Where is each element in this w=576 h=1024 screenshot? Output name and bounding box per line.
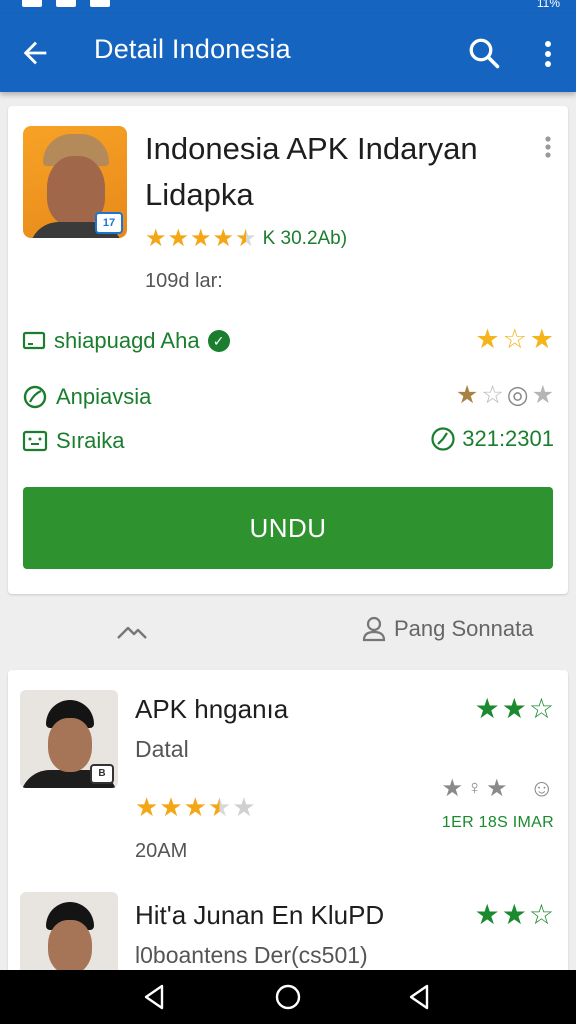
update-time: 321:2301 bbox=[430, 426, 554, 452]
star-icon: ★ bbox=[474, 693, 500, 724]
star-icon: ★ bbox=[531, 381, 554, 409]
app-size: 109d lar: bbox=[145, 270, 223, 292]
list-item-green-stars: ★ ★ ☆ bbox=[475, 692, 554, 725]
star-icon: ★ bbox=[501, 899, 527, 930]
star-icon: ★ bbox=[183, 792, 207, 822]
list-item-rating: ★ ★ ★ ★ ★ bbox=[135, 792, 256, 823]
list-item-green-stars: ★ ★ ☆ bbox=[475, 898, 554, 931]
list-item-title: Hit'a Junan En KluPD bbox=[135, 900, 385, 930]
rating-row: ★ ★ ★ ★ ★ K 30.2Ab) bbox=[145, 226, 347, 252]
star-icon: ★ bbox=[135, 792, 159, 822]
battery-level: 11% bbox=[536, 0, 560, 10]
app-icon: 17 bbox=[23, 126, 127, 238]
tab-row: Pang Sonnata bbox=[0, 604, 576, 664]
notification-icon bbox=[90, 0, 110, 7]
monitor-icon bbox=[22, 331, 46, 350]
star-icon: ★ bbox=[145, 225, 167, 252]
notification-icon bbox=[22, 0, 42, 7]
list-item-mini-icons: ★ ♀ ★ ☺ bbox=[441, 774, 554, 803]
star-half-icon: ★ bbox=[235, 225, 257, 252]
version-label: Sıraika bbox=[56, 428, 125, 453]
related-apps-card: B APK hnganıa Datal ★ ★ ★ ★ ★ 20AM ★ ★ ☆ ★ ♀… bbox=[8, 670, 568, 990]
app-thumbnail: B bbox=[20, 690, 118, 788]
star-icon: ★ bbox=[167, 225, 190, 252]
star-half-icon: ★ bbox=[207, 792, 232, 822]
rating-count: K 30.2Ab) bbox=[262, 228, 348, 249]
category-label: Anpiavsia bbox=[56, 384, 152, 409]
star-icon: ★ bbox=[475, 324, 500, 354]
status-bar: 11% bbox=[0, 0, 576, 14]
star-icon: ★ bbox=[501, 693, 527, 724]
tab-related[interactable]: Pang Sonnata bbox=[362, 616, 533, 642]
star-icon: ★ bbox=[474, 899, 500, 930]
list-item-time: 20AM bbox=[135, 840, 188, 862]
smiley-icon: ☺ bbox=[529, 774, 554, 802]
search-icon[interactable] bbox=[466, 35, 502, 71]
rating-stars: ★ ★ ★ ★ ★ bbox=[145, 226, 257, 252]
list-item-title: APK hnganıa bbox=[135, 694, 289, 724]
avatar-face bbox=[48, 718, 92, 772]
star-icon: ★ bbox=[212, 225, 235, 252]
list-item-subtitle: l0boantens Der(cs501) bbox=[135, 942, 368, 968]
star-icon: ★ bbox=[190, 225, 212, 252]
app-badge-icon: B bbox=[90, 764, 114, 784]
star-empty-icon: ★ bbox=[232, 792, 256, 822]
back-arrow-icon[interactable] bbox=[18, 36, 52, 70]
star-icon: ★ bbox=[485, 775, 508, 802]
circle-icon: ◎ bbox=[506, 381, 529, 409]
app-detail-card: 17 Indonesia APK Indaryan Lidapka ★ ★ ★ ★ ★ … bbox=[8, 106, 568, 594]
verified-check-icon: ✓ bbox=[207, 330, 230, 352]
system-nav-bar bbox=[0, 970, 576, 1024]
page-title: Detail Indonesia bbox=[94, 34, 291, 64]
star-outline-icon: ☆ bbox=[528, 899, 554, 930]
nav-home-icon[interactable] bbox=[273, 982, 303, 1012]
nav-recents-icon[interactable] bbox=[405, 982, 435, 1012]
tab-related-label: Pang Sonnata bbox=[394, 616, 534, 641]
star-icon: ★ bbox=[441, 775, 463, 802]
star-outline-icon: ☆ bbox=[528, 693, 554, 724]
category-stars: ★ ☆ ◎ ★ bbox=[456, 380, 554, 410]
more-vert-icon[interactable] bbox=[538, 132, 558, 162]
notification-icon bbox=[56, 0, 76, 7]
app-bar: Detail Indonesia bbox=[0, 14, 576, 92]
download-button[interactable]: UNDU bbox=[23, 487, 553, 569]
nav-back-icon[interactable] bbox=[140, 982, 170, 1012]
clock-icon bbox=[431, 427, 455, 451]
more-vert-icon[interactable] bbox=[536, 36, 560, 72]
status-icons-right: 11% bbox=[537, 0, 560, 10]
app-name: Indonesia APK Indaryan Lidapka bbox=[145, 131, 478, 212]
app-badge-icon: 17 bbox=[95, 212, 123, 234]
star-icon: ★ bbox=[159, 792, 183, 822]
star-icon: ★ bbox=[529, 324, 554, 354]
star-outline-icon: ☆ bbox=[502, 324, 527, 354]
avatar-face bbox=[48, 920, 92, 974]
developer-row[interactable]: shiapuagd Aha ✓ bbox=[22, 328, 230, 354]
list-item-label: 1ER 18S IMAR bbox=[441, 814, 554, 831]
version-row[interactable]: Sıraika bbox=[22, 428, 124, 454]
leaf-icon bbox=[23, 385, 47, 409]
status-icons-left bbox=[22, 0, 110, 7]
category-row[interactable]: Anpiavsia bbox=[22, 384, 151, 410]
person-icon: ♀ bbox=[466, 777, 482, 799]
user-icon bbox=[362, 616, 386, 642]
star-outline-icon: ☆ bbox=[481, 381, 504, 409]
list-item-subtitle: Datal bbox=[135, 736, 189, 762]
developer-stars: ★ ☆ ★ bbox=[475, 324, 554, 354]
update-time-value: 321:2301 bbox=[462, 426, 554, 451]
home-icon[interactable] bbox=[114, 618, 150, 648]
developer-name: shiapuagd Aha bbox=[54, 328, 200, 353]
star-icon: ★ bbox=[455, 381, 479, 409]
calendar-icon bbox=[22, 430, 48, 452]
